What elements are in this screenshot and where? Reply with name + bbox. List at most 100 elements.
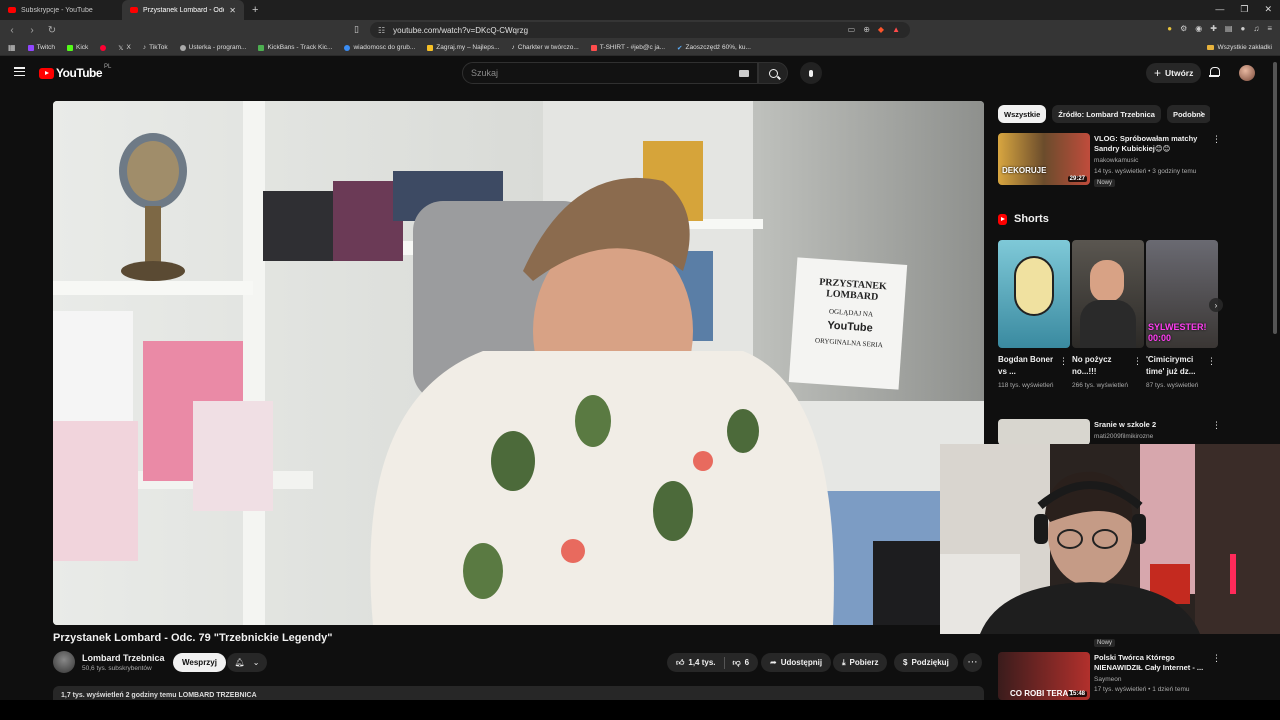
- create-button[interactable]: + Utwórz: [1146, 63, 1202, 83]
- video-player[interactable]: PRZYSTANEK LOMBARD OGLĄDAJ NA YouTube OR…: [53, 101, 984, 625]
- chip-source[interactable]: Źródło: Lombard Trzebnica: [1052, 105, 1161, 123]
- channel-name[interactable]: Lombard Trzebnica: [82, 653, 165, 663]
- bookmark-item[interactable]: wiadomosc do grub...: [344, 44, 415, 51]
- chevron-down-icon: ⌄: [252, 658, 260, 667]
- extensions-puzzle-icon[interactable]: ✚: [1210, 24, 1217, 33]
- short-item[interactable]: No pożycz no...!!! 266 tys. wyświetleń ⋮: [1072, 240, 1144, 391]
- recommendation-item[interactable]: DEKORUJE 29:27 VLOG: Spróbowałam matchy …: [998, 133, 1221, 189]
- extension-coin-icon[interactable]: ●: [1167, 24, 1172, 33]
- red-site-icon: [100, 44, 107, 51]
- bookmark-item[interactable]: Twitch: [27, 44, 55, 51]
- notification-settings-button[interactable]: 🔔︎ ⌄: [227, 653, 267, 672]
- notifications-bell-icon[interactable]: [1209, 67, 1220, 78]
- apps-grid-icon[interactable]: ▦: [8, 43, 16, 52]
- bookmark-item[interactable]: 𝕏X: [118, 44, 131, 52]
- search-placeholder: Szukaj: [471, 68, 499, 78]
- bookmark-item[interactable]: Usterka - program...: [179, 44, 246, 51]
- recommendation-item[interactable]: CO ROBI TERAZ 15:48 Polski Twórca Któreg…: [998, 652, 1221, 700]
- short-title: 'Cimicirymci time' już dz...: [1146, 355, 1196, 376]
- rewards-icon[interactable]: ▲: [892, 25, 900, 34]
- tab-title: Subskrypcje - YouTube: [21, 6, 93, 14]
- menu-icon[interactable]: [14, 67, 25, 76]
- zoom-icon[interactable]: ⊕: [863, 25, 870, 34]
- bookmark-item[interactable]: T-SHIRT - #jeb@c ja...: [590, 44, 665, 51]
- short-item[interactable]: Bogdan Boner vs ... 118 tys. wyświetleń …: [998, 240, 1070, 391]
- download-icon: ⤓: [842, 657, 846, 667]
- search-icon: [768, 68, 778, 78]
- close-tab-icon[interactable]: ✕: [229, 6, 236, 15]
- thanks-button[interactable]: $ Podziękuj: [894, 653, 958, 672]
- minimize-icon[interactable]: —: [1215, 4, 1224, 15]
- extension-icon[interactable]: ⚙: [1180, 24, 1187, 33]
- close-window-icon[interactable]: ✕: [1264, 4, 1272, 15]
- voice-search-button[interactable]: [800, 62, 822, 84]
- bookmarks-bar: ▦ Twitch Kick 𝕏X ♪ TikTok Usterka - progr…: [0, 40, 1280, 56]
- bookmark-icon[interactable]: ▯: [354, 24, 359, 35]
- video-frame: [53, 101, 984, 625]
- back-icon[interactable]: ‹: [4, 25, 20, 36]
- webcam-frame: [940, 444, 1280, 634]
- rec-title: VLOG: Spróbowałam matchy Sandry Kubickie…: [1094, 134, 1198, 153]
- page-scrollbar[interactable]: [1273, 62, 1277, 334]
- menu-icon[interactable]: ≡: [1267, 24, 1272, 33]
- search-button[interactable]: [758, 62, 788, 84]
- all-bookmarks[interactable]: Wszystkie zakładki: [1207, 44, 1272, 51]
- short-thumbnail: [998, 240, 1070, 348]
- bottom-bar: [0, 700, 1280, 720]
- new-tab-icon[interactable]: +: [244, 4, 266, 16]
- video-thumbnail: CO ROBI TERAZ 15:48: [998, 652, 1090, 700]
- shorts-next-icon[interactable]: ›: [1209, 298, 1223, 312]
- chip-similar[interactable]: Podobne: [1166, 105, 1210, 123]
- video-title: Przystanek Lombard - Odc. 79 "Trzebnicki…: [53, 632, 333, 644]
- more-options-icon[interactable]: ⋮: [1212, 653, 1221, 664]
- bookmark-item[interactable]: [100, 44, 107, 51]
- keyboard-icon[interactable]: [739, 70, 749, 77]
- brave-shield-icon[interactable]: ◆: [878, 25, 884, 34]
- profile-icon[interactable]: ●: [1240, 24, 1245, 33]
- tab-current-video[interactable]: Przystanek Lombard - Odc. 79 ✕: [122, 0, 244, 20]
- dislike-button[interactable]: 👎︎ 6: [733, 658, 750, 668]
- address-bar[interactable]: ☷ youtube.com/watch?v=DKcQ-CWqrzg ▭ ⊕ ◆ …: [370, 22, 910, 38]
- maximize-icon[interactable]: ❐: [1240, 4, 1248, 15]
- like-button[interactable]: 👍︎ 1,4 tys.: [676, 658, 716, 668]
- bookmark-item[interactable]: ♪ TikTok: [143, 44, 168, 51]
- extension-icons: ● ⚙ ◉ ✚ ▤ ● ♫ ≡: [1167, 24, 1272, 33]
- plus-icon: +: [1154, 66, 1162, 80]
- site-info-icon[interactable]: ☷: [378, 26, 385, 35]
- account-avatar[interactable]: [1239, 65, 1255, 81]
- extension-eye-icon[interactable]: ◉: [1195, 24, 1202, 33]
- support-button[interactable]: Wesprzyj: [173, 653, 226, 672]
- forward-icon[interactable]: ›: [24, 25, 40, 36]
- bookmark-item[interactable]: Kick: [66, 44, 88, 51]
- subscriber-count: 50,6 tys. subskrybentów: [82, 665, 152, 672]
- chip-all[interactable]: Wszystkie: [998, 105, 1047, 123]
- rec-channel: Saymeon: [1094, 676, 1122, 683]
- thumbs-down-icon: 👎︎: [732, 657, 741, 667]
- more-options-icon[interactable]: ⋮: [1133, 356, 1142, 367]
- bookmark-item[interactable]: Zagraj.my – Najleps...: [427, 44, 500, 51]
- search-input[interactable]: Szukaj: [462, 62, 758, 84]
- bookmark-item[interactable]: ✔ Zaoszczędź 60%, ku...: [677, 44, 751, 52]
- reload-icon[interactable]: ↻: [44, 25, 60, 36]
- more-actions-icon[interactable]: ⋯: [963, 653, 982, 672]
- new-badge: Nowy: [1094, 179, 1116, 187]
- description-box[interactable]: 1,7 tys. wyświetleń 2 godziny temu LOMBA…: [53, 686, 984, 700]
- chevron-right-icon[interactable]: ›: [1200, 108, 1203, 119]
- tab-subscriptions[interactable]: Subskrypcje - YouTube: [0, 0, 122, 20]
- youtube-logo[interactable]: YouTube PL: [39, 64, 111, 80]
- short-item[interactable]: SYLWESTER! 00:00 'Cimicirymci time' już …: [1146, 240, 1218, 391]
- recommendation-item[interactable]: Sranie w szkole 2 mati2009filmikirozne ⋮: [998, 419, 1221, 445]
- channel-avatar[interactable]: [53, 651, 75, 673]
- video-thumbnail: [998, 419, 1090, 445]
- download-button[interactable]: ⤓ Pobierz: [833, 653, 888, 672]
- bookmark-item[interactable]: KickBans - Track Kic...: [258, 44, 332, 51]
- media-icon[interactable]: ♫: [1253, 24, 1259, 33]
- more-options-icon[interactable]: ⋮: [1212, 134, 1221, 145]
- sidebar-toggle-icon[interactable]: ▤: [1225, 24, 1233, 33]
- more-options-icon[interactable]: ⋮: [1212, 420, 1221, 431]
- cast-icon[interactable]: ▭: [848, 25, 856, 34]
- bookmark-item[interactable]: ♪ Charkter w twórczo...: [512, 44, 579, 51]
- more-options-icon[interactable]: ⋮: [1059, 356, 1068, 367]
- more-options-icon[interactable]: ⋮: [1207, 356, 1216, 367]
- share-button[interactable]: ➦ Udostępnij: [761, 653, 832, 672]
